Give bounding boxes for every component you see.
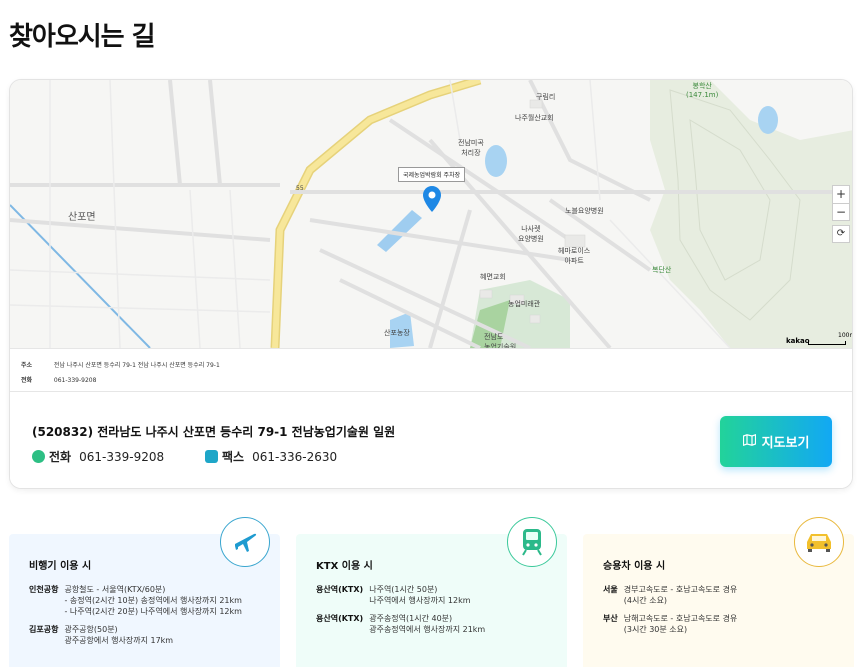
airplane-row-value: 광주공항(50분) 광주공항에서 행사장까지 17km <box>64 624 173 646</box>
train-icon <box>507 517 557 567</box>
airplane-row-key: 김포공항 <box>29 625 59 634</box>
map-label-church: 나주월산교회 <box>515 114 554 122</box>
map-label-museum: 농업미래관 <box>508 300 541 308</box>
transport-ktx: KTX 이용 시 용산역(KTX) 나주역(1시간 50분) 나주역에서 행사장… <box>296 517 567 667</box>
ktx-row-value: 광주송정역(1시간 40분) 광주송정역에서 행사장까지 21km <box>369 613 485 635</box>
ktx-row-line: 광주송정역에서 행사장까지 21km <box>369 625 486 634</box>
airplane-row-key: 인천공항 <box>29 585 59 594</box>
map-label-road: 55 <box>296 185 304 192</box>
map-view[interactable]: 산포면 구림리 나주월산교회 전남미곡 처리장 노블요양병원 나사렛 요양병원 … <box>10 80 853 348</box>
ktx-row-line: 나주역에서 행사장까지 12km <box>369 596 471 605</box>
car-row: 서울 경부고속도로 - 호남고속도로 경유 (4시간 소요) <box>603 584 846 606</box>
contact-tel: 전화 061-339-9208 <box>32 448 164 465</box>
map-info-tel-key: 전화 <box>21 377 33 384</box>
map-reset-button[interactable]: ⟳ <box>832 225 850 243</box>
ktx-row: 용산역(KTX) 나주역(1시간 50분) 나주역에서 행사장까지 12km <box>316 584 559 606</box>
airplane-row-line: 광주공항에서 행사장까지 17km <box>64 636 174 645</box>
car-title: 승용차 이용 시 <box>603 561 666 572</box>
fax-value: 061-336-2630 <box>252 449 338 464</box>
phone-icon <box>32 450 45 463</box>
map-label-church2: 혜면교회 <box>480 273 506 281</box>
airplane-row-line: - 나주역(2시간 20분) 나주역에서 행사장까지 12km <box>64 607 242 616</box>
tel-label: 전화 <box>49 450 72 464</box>
airplane-row: 김포공항 광주공항(50분) 광주공항에서 행사장까지 17km <box>29 624 272 646</box>
car-row-line: (3시간 30분 소요) <box>623 625 688 634</box>
tel-value: 061-339-9208 <box>79 449 165 464</box>
map-scale-bar <box>808 341 846 345</box>
car-row-value: 남해고속도로 - 호남고속도로 경유 (3시간 30분 소요) <box>624 613 738 635</box>
map-label-hill2: 복단산 <box>652 266 672 274</box>
address-title: (520832) 전라남도 나주시 산포면 등수리 79-1 전남농업기술원 일… <box>32 425 396 439</box>
fax-label: 팩스 <box>222 450 245 464</box>
car-row-key: 서울 <box>603 585 618 594</box>
view-map-button[interactable]: 지도보기 <box>720 416 832 467</box>
ktx-row-key: 용산역(KTX) <box>316 614 364 623</box>
car-icon <box>794 517 844 567</box>
map-label-sanpo: 산포면 <box>68 212 96 223</box>
map-info-tel-value: 061-339-9208 <box>53 377 97 384</box>
ktx-row: 용산역(KTX) 광주송정역(1시간 40분) 광주송정역에서 행사장까지 21… <box>316 613 559 635</box>
ktx-row-line: 광주송정역(1시간 40분) <box>369 614 453 623</box>
airplane-icon <box>220 517 270 567</box>
map-info-address-value: 전남 나주시 산포면 등수리 79-1 전남 나주시 산포면 등수리 79-1 <box>53 362 220 369</box>
ktx-row-line: 나주역(1시간 50분) <box>369 585 438 594</box>
map-info-address-key: 주소 <box>21 362 33 369</box>
map-label-gurimri: 구림리 <box>536 93 556 101</box>
zoom-in-button[interactable]: + <box>832 185 850 203</box>
airplane-row-line: 공항철도 - 서울역(KTX/60분) <box>64 585 166 594</box>
map-label-nasaret: 나사렛 요양병원 <box>518 225 544 243</box>
airplane-row-value: 공항철도 - 서울역(KTX/60분) - 송정역(2시간 10분) 송정역에서… <box>64 584 241 617</box>
car-row: 부산 남해고속도로 - 호남고속도로 경유 (3시간 30분 소요) <box>603 613 846 635</box>
ktx-rows: 용산역(KTX) 나주역(1시간 50분) 나주역에서 행사장까지 12km 용… <box>316 584 559 642</box>
address-block: (520832) 전라남도 나주시 산포면 등수리 79-1 전남농업기술원 일… <box>10 392 852 488</box>
car-row-key: 부산 <box>603 614 618 623</box>
kakao-logo: kakao <box>786 337 810 345</box>
map-canvas[interactable] <box>10 80 853 348</box>
car-rows: 서울 경부고속도로 - 호남고속도로 경유 (4시간 소요) 부산 남해고속도로… <box>603 584 846 642</box>
map-label-center: 전남미곡 처리장 <box>458 139 484 157</box>
airplane-row-line: 광주공항(50분) <box>64 625 118 634</box>
airplane-row-line: - 송정역(2시간 10분) 송정역에서 행사장까지 21km <box>64 596 242 605</box>
transport-car: 승용차 이용 시 서울 경부고속도로 - 호남고속도로 경유 (4시간 소요) … <box>583 517 854 667</box>
map-icon <box>742 433 756 449</box>
ktx-row-value: 나주역(1시간 50분) 나주역에서 행사장까지 12km <box>369 584 470 606</box>
fax-icon <box>205 450 218 463</box>
map-label-hill1: 봉학산 (147.1m) <box>686 82 719 99</box>
map-info-address: 주소 전남 나주시 산포면 등수리 79-1 전남 나주시 산포면 등수리 79… <box>21 360 220 369</box>
view-map-label: 지도보기 <box>761 436 810 451</box>
map-label-station: 산포농장 <box>384 329 410 337</box>
airplane-title: 비행기 이용 시 <box>29 561 92 572</box>
airplane-row: 인천공항 공항철도 - 서울역(KTX/60분) - 송정역(2시간 10분) … <box>29 584 272 617</box>
map-info-tel: 전화 061-339-9208 <box>21 375 96 384</box>
location-card: 산포면 구림리 나주월산교회 전남미곡 처리장 노블요양병원 나사렛 요양병원 … <box>9 79 853 489</box>
page-title: 찾아오시는 길 <box>9 22 156 52</box>
ktx-row-key: 용산역(KTX) <box>316 585 364 594</box>
transport-airplane: 비행기 이용 시 인천공항 공항철도 - 서울역(KTX/60분) - 송정역(… <box>9 517 280 667</box>
contact-fax: 팩스 061-336-2630 <box>205 448 337 465</box>
car-row-value: 경부고속도로 - 호남고속도로 경유 (4시간 소요) <box>624 584 738 606</box>
map-label-agri: 전남도 농업기술원 <box>484 333 517 348</box>
map-pin-icon[interactable] <box>423 186 441 212</box>
airplane-rows: 인천공항 공항철도 - 서울역(KTX/60분) - 송정역(2시간 10분) … <box>29 584 272 653</box>
map-callout: 국제농업박람회 주차장 <box>398 167 466 182</box>
map-info-panel: 주소 전남 나주시 산포면 등수리 79-1 전남 나주시 산포면 등수리 79… <box>10 348 852 392</box>
map-scale-label: 100m <box>838 332 852 339</box>
car-row-line: (4시간 소요) <box>623 596 668 605</box>
map-label-nursing: 노블요양병원 <box>565 207 604 215</box>
car-row-line: 경부고속도로 - 호남고속도로 경유 <box>623 585 738 594</box>
map-label-apt: 헤마로이스 아파트 <box>558 247 591 265</box>
car-row-line: 남해고속도로 - 호남고속도로 경유 <box>623 614 738 623</box>
ktx-title: KTX 이용 시 <box>316 561 373 572</box>
zoom-out-button[interactable]: − <box>832 203 850 221</box>
